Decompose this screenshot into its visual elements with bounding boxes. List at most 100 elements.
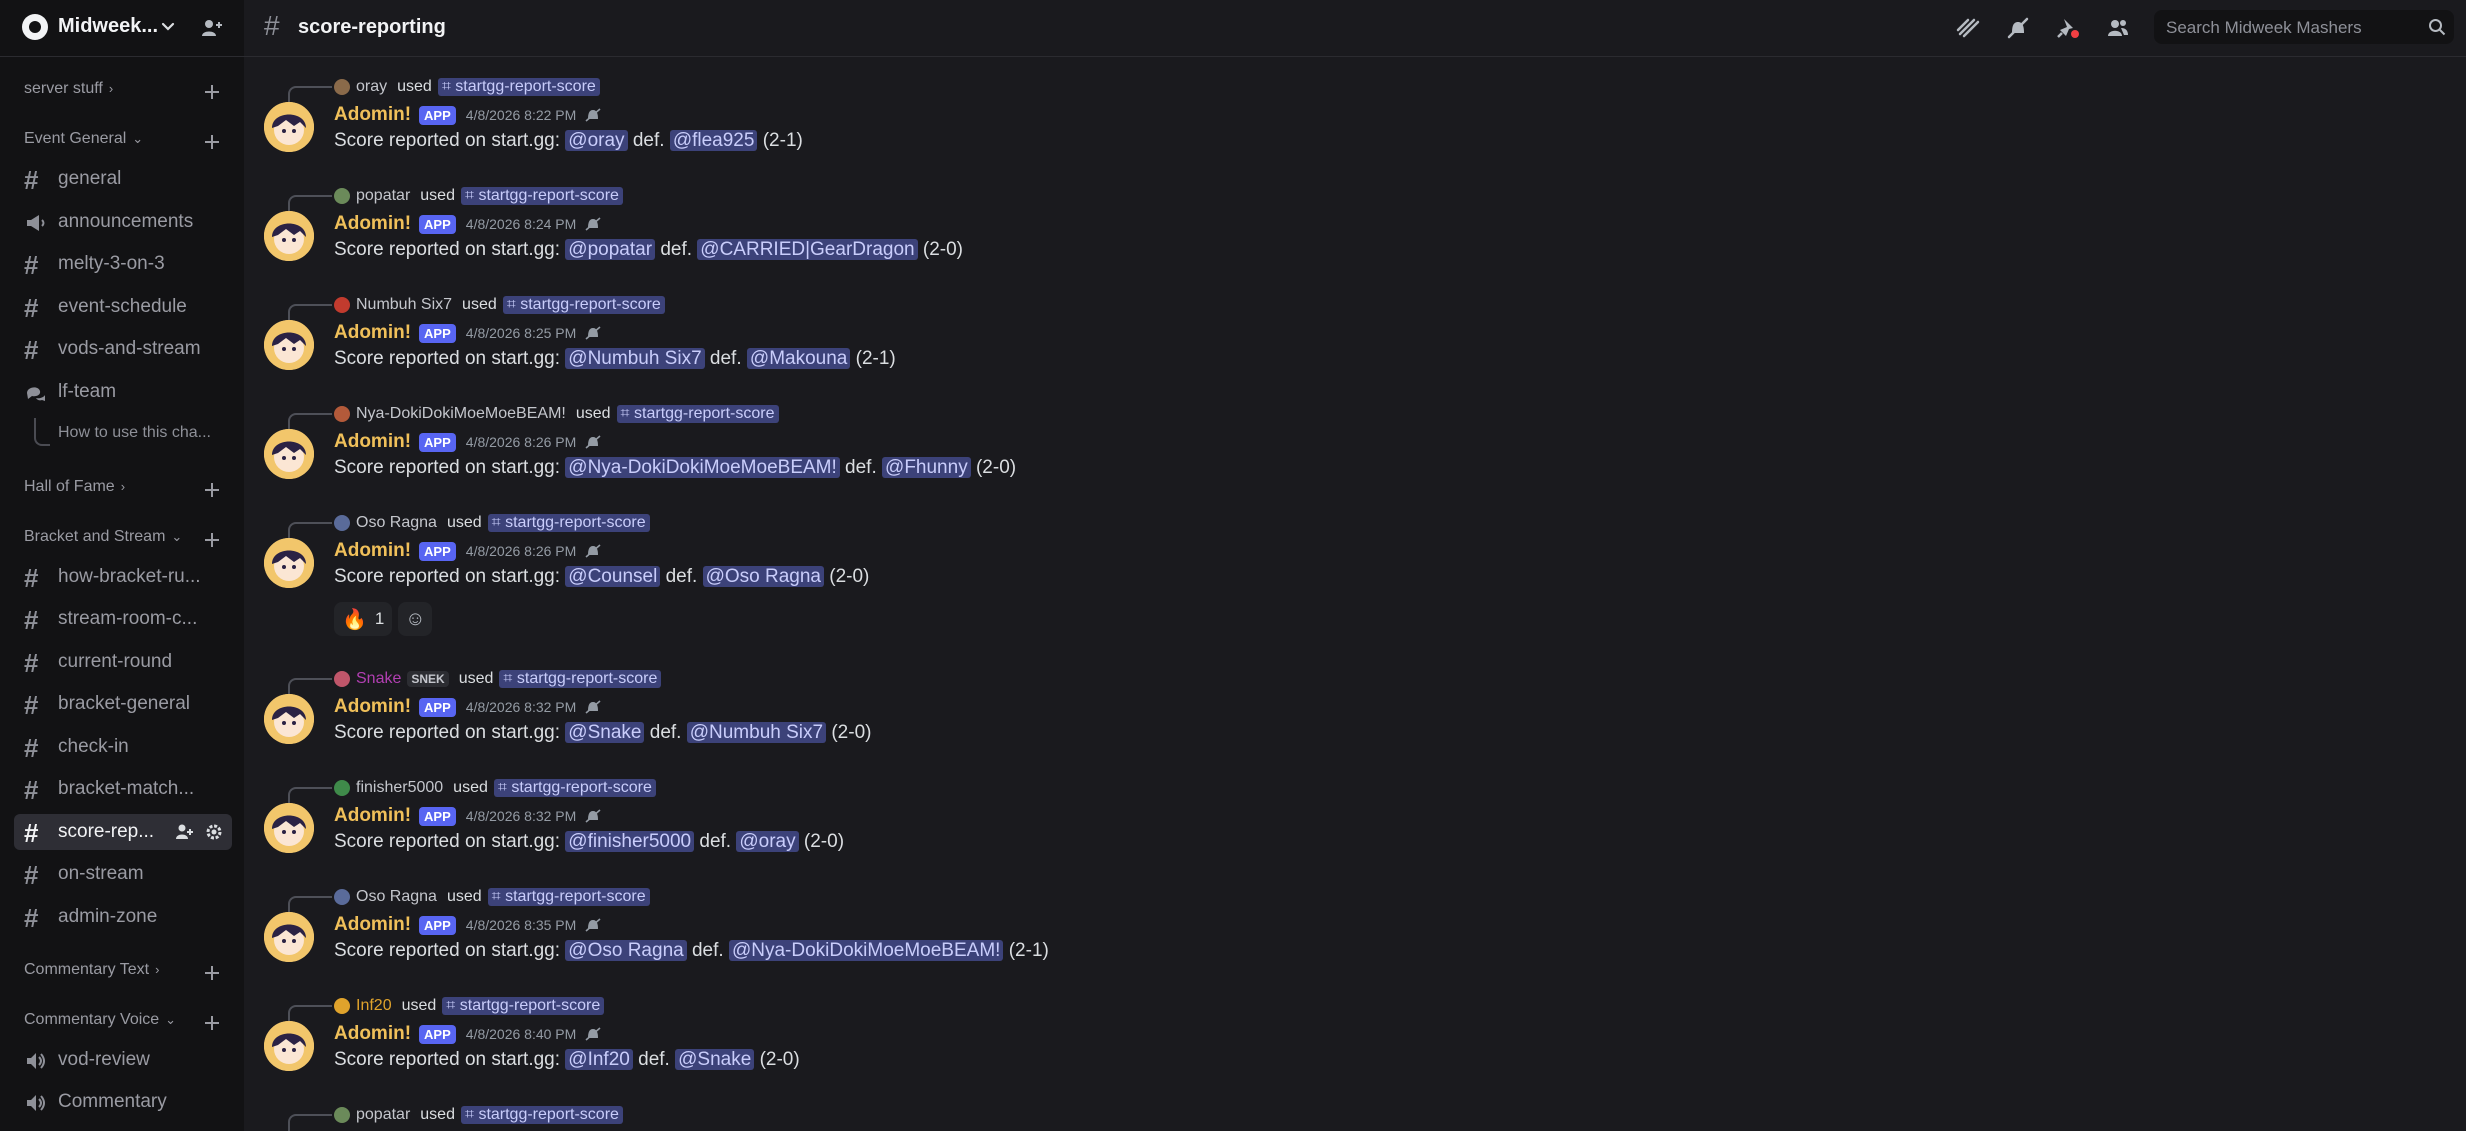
channel-commentary[interactable]: Commentary [14, 1084, 232, 1120]
author-name[interactable]: Adomin! [334, 213, 411, 235]
slash-command-link[interactable]: ⌗ startgg-report-score [442, 997, 605, 1015]
channel-admin-zone[interactable]: # admin-zone [14, 899, 232, 935]
avatar[interactable] [334, 998, 350, 1014]
avatar[interactable] [334, 780, 350, 796]
add-channel-icon[interactable] [203, 531, 221, 549]
slash-command-link[interactable]: ⌗ startgg-report-score [460, 1106, 623, 1124]
channel-bracket-match[interactable]: # bracket-match... [14, 771, 232, 807]
chevron-down-icon[interactable] [158, 16, 178, 36]
slash-command-link[interactable]: ⌗ startgg-report-score [437, 78, 600, 96]
slash-command-link[interactable]: ⌗ startgg-report-score [487, 514, 650, 532]
author-name[interactable]: Adomin! [334, 104, 411, 126]
notification-bell-muted-icon[interactable] [2004, 14, 2032, 42]
command-reply-preview[interactable]: Nya-DokiDokiMoeMoeBEAM! used ⌗ startgg-rep… [334, 403, 779, 425]
slash-command-link[interactable]: ⌗ startgg-report-score [502, 296, 665, 314]
avatar[interactable] [264, 320, 314, 370]
channel-announcements[interactable]: announcements [14, 204, 232, 240]
channel-on-stream[interactable]: # on-stream [14, 856, 232, 892]
timestamp[interactable]: 4/8/2026 8:40 PM [466, 1026, 577, 1042]
user-mention[interactable]: @Snake [675, 1049, 755, 1070]
reply-username[interactable]: oray [356, 78, 387, 96]
reply-username[interactable]: Oso Ragna [356, 514, 437, 532]
server-header[interactable]: Midweek... [0, 0, 244, 57]
command-reply-preview[interactable]: Inf20 used ⌗ startgg-report-score [334, 995, 605, 1017]
channel-melty-3-on-3[interactable]: # melty-3-on-3 [14, 246, 232, 282]
user-mention[interactable]: @Inf20 [565, 1049, 633, 1070]
reply-username[interactable]: Numbuh Six7 [356, 296, 452, 314]
timestamp[interactable]: 4/8/2026 8:32 PM [466, 699, 577, 715]
user-mention[interactable]: @Numbuh Six7 [565, 348, 705, 369]
avatar[interactable] [334, 1107, 350, 1123]
thread-how-to-use[interactable]: How to use this cha... [58, 424, 211, 442]
avatar[interactable] [264, 912, 314, 962]
pin-icon[interactable] [2054, 14, 2082, 42]
add-channel-icon[interactable] [203, 83, 221, 101]
reply-username[interactable]: Snake [356, 670, 401, 688]
user-mention[interactable]: @Oso Ragna [702, 566, 824, 587]
add-reaction-button[interactable]: ☺ [398, 602, 433, 636]
invite-people-icon[interactable] [200, 16, 224, 40]
user-mention[interactable]: @oray [565, 130, 628, 151]
timestamp[interactable]: 4/8/2026 8:25 PM [466, 325, 577, 341]
avatar[interactable] [334, 406, 350, 422]
author-name[interactable]: Adomin! [334, 322, 411, 344]
invite-people-icon[interactable] [174, 822, 194, 842]
avatar[interactable] [264, 803, 314, 853]
channel-score-reporting[interactable]: # score-rep... [14, 814, 232, 850]
user-mention[interactable]: @Nya-DokiDokiMoeMoeBEAM! [565, 457, 840, 478]
avatar[interactable] [334, 79, 350, 95]
channel-vod-review[interactable]: vod-review [14, 1042, 232, 1078]
user-mention[interactable]: @Snake [565, 722, 645, 743]
gear-icon[interactable] [204, 822, 224, 842]
timestamp[interactable]: 4/8/2026 8:26 PM [466, 543, 577, 559]
channel-vods-and-stream[interactable]: # vods-and-stream [14, 331, 232, 367]
command-reply-preview[interactable]: finisher5000 used ⌗ startgg-report-score [334, 777, 656, 799]
command-reply-preview[interactable]: Numbuh Six7 used ⌗ startgg-report-score [334, 294, 665, 316]
member-list-icon[interactable] [2104, 14, 2132, 42]
timestamp[interactable]: 4/8/2026 8:24 PM [466, 216, 577, 232]
category-server-stuff[interactable]: server stuff › [24, 80, 113, 104]
command-reply-preview[interactable]: Oso Ragna used ⌗ startgg-report-score [334, 886, 650, 908]
command-reply-preview[interactable]: popatar used ⌗ startgg-report-score [334, 1104, 623, 1126]
command-reply-preview[interactable]: oray used ⌗ startgg-report-score [334, 76, 600, 98]
user-mention[interactable]: @flea925 [669, 130, 758, 151]
add-channel-icon[interactable] [203, 481, 221, 499]
user-mention[interactable]: @Counsel [565, 566, 661, 587]
avatar[interactable] [334, 889, 350, 905]
category-event-general[interactable]: Event General ⌄ [24, 130, 143, 154]
reply-username[interactable]: Oso Ragna [356, 888, 437, 906]
category-commentary-text[interactable]: Commentary Text › [24, 961, 159, 985]
timestamp[interactable]: 4/8/2026 8:35 PM [466, 917, 577, 933]
category-commentary-voice[interactable]: Commentary Voice ⌄ [24, 1011, 176, 1035]
user-mention[interactable]: @Fhunny [882, 457, 971, 478]
add-channel-icon[interactable] [203, 1014, 221, 1032]
command-reply-preview[interactable]: Oso Ragna used ⌗ startgg-report-score [334, 512, 650, 534]
slash-command-link[interactable]: ⌗ startgg-report-score [499, 670, 662, 688]
reaction-fire[interactable]: 🔥 1 [334, 602, 393, 636]
user-mention[interactable]: @finisher5000 [565, 831, 695, 852]
avatar[interactable] [334, 671, 350, 687]
avatar[interactable] [264, 211, 314, 261]
user-mention[interactable]: @Numbuh Six7 [686, 722, 827, 743]
category-hall-of-fame[interactable]: Hall of Fame › [24, 478, 125, 502]
reply-username[interactable]: popatar [356, 187, 410, 205]
threads-icon[interactable] [1954, 14, 1982, 42]
slash-command-link[interactable]: ⌗ startgg-report-score [460, 187, 623, 205]
server-name[interactable]: Midweek... [58, 15, 158, 38]
user-mention[interactable]: @Nya-DokiDokiMoeMoeBEAM! [728, 940, 1004, 961]
avatar[interactable] [334, 297, 350, 313]
author-name[interactable]: Adomin! [334, 696, 411, 718]
channel-current-round[interactable]: # current-round [14, 644, 232, 680]
channel-event-schedule[interactable]: # event-schedule [14, 289, 232, 325]
user-mention[interactable]: @Makouna [746, 348, 851, 369]
channel-check-in[interactable]: # check-in [14, 729, 232, 765]
search-input[interactable] [2164, 15, 2418, 41]
timestamp[interactable]: 4/8/2026 8:26 PM [466, 434, 577, 450]
avatar[interactable] [264, 1021, 314, 1071]
author-name[interactable]: Adomin! [334, 540, 411, 562]
avatar[interactable] [264, 429, 314, 479]
avatar[interactable] [264, 538, 314, 588]
reply-username[interactable]: finisher5000 [356, 779, 443, 797]
reply-username[interactable]: Inf20 [356, 997, 392, 1015]
slash-command-link[interactable]: ⌗ startgg-report-score [493, 779, 656, 797]
